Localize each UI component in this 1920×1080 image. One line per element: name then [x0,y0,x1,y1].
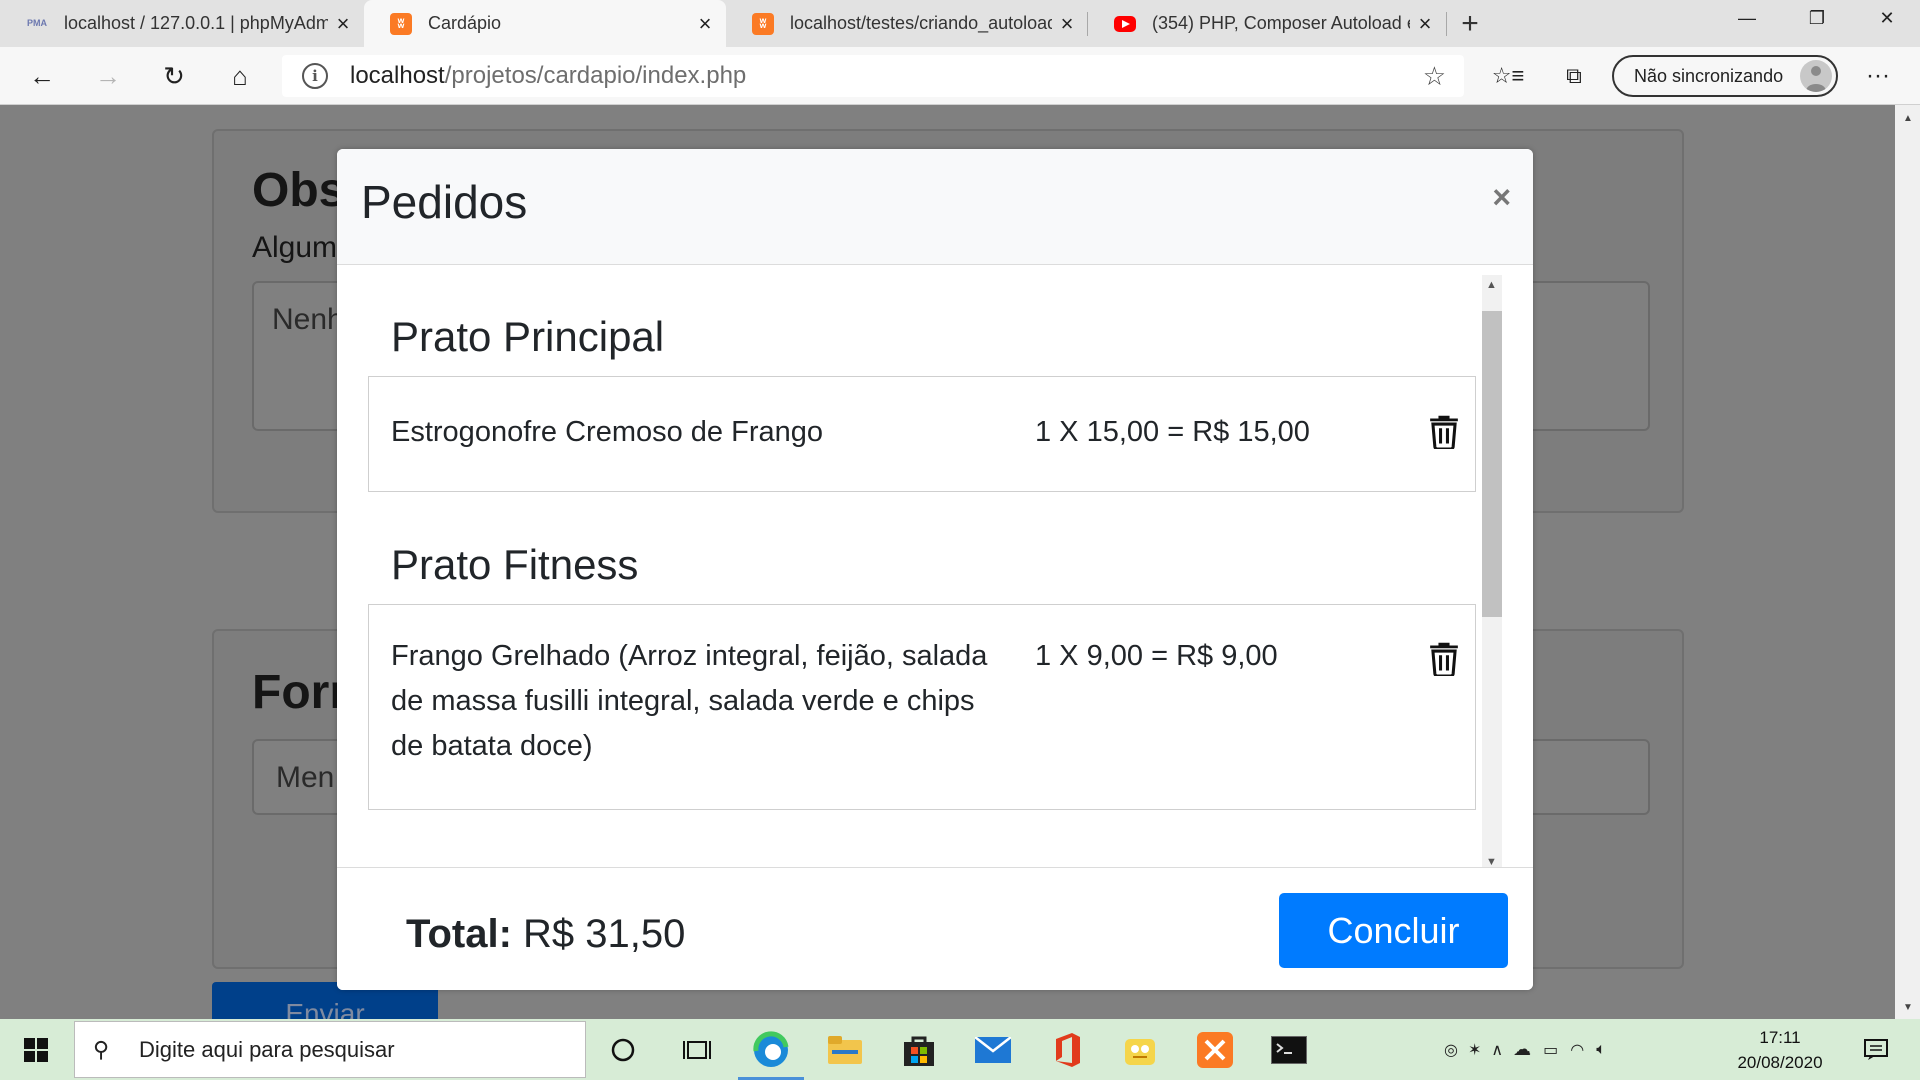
tray-app-icon[interactable]: ✶ [1468,1040,1481,1060]
tab-youtube[interactable]: (354) PHP, Composer Autoload e × [1088,0,1446,47]
url-text: localhost/projetos/cardapio/index.php [350,62,746,90]
phpmyadmin-icon: PMA [27,18,47,28]
item-name: Frango Grelhado (Arroz integral, feijão,… [391,640,988,762]
cortana-icon[interactable] [586,1019,660,1080]
order-item-card: Frango Grelhado (Arroz integral, feijão,… [368,604,1476,810]
close-icon[interactable]: × [328,11,358,37]
tab-cardapio[interactable]: ʬ Cardápio × [364,0,726,47]
chevron-up-icon[interactable]: ∧ [1491,1040,1503,1060]
modal-title: Pedidos [361,176,528,228]
collections-icon[interactable]: ⧉ [1554,57,1594,95]
url-path: /projetos/cardapio/index.php [444,62,747,89]
url-host: localhost [350,62,445,89]
tab-autoload[interactable]: ʬ localhost/testes/criando_autoload × [726,0,1088,47]
close-button[interactable]: × [1492,179,1511,216]
total-value: R$ 31,50 [523,912,686,956]
section-title-prato-principal: Prato Principal [391,313,665,360]
windows-taskbar: ⚲ Digite aqui para pesquisar ◎ ✶ ∧ ☁ ▭ ◠… [0,1019,1920,1080]
sync-profile-button[interactable]: Não sincronizando [1612,55,1838,97]
tab-title: localhost/testes/criando_autoload [790,13,1052,33]
item-name: Estrogonofre Cremoso de Frango [391,416,823,448]
file-explorer-icon[interactable] [808,1019,882,1080]
modal-body: Prato Principal Estrogonofre Cremoso de … [337,265,1501,867]
xampp-icon: ʬ [752,12,774,35]
onedrive-cloud-icon[interactable]: ☁ [1513,1039,1531,1060]
clock[interactable]: 17:11 20/08/2020 [1720,1025,1840,1075]
tab-title: localhost / 127.0.0.1 | phpMyAdmin [64,13,328,33]
refresh-button[interactable]: ↻ [154,57,194,95]
home-button[interactable]: ⌂ [220,57,260,95]
url-field[interactable]: i localhost/projetos/cardapio/index.php … [282,55,1464,97]
browser-tab-bar: PMA localhost / 127.0.0.1 | phpMyAdmin ×… [0,0,1920,47]
terminal-icon[interactable] [1252,1019,1326,1080]
volume-icon[interactable]: 🔈︎ [1596,1041,1606,1059]
forward-button[interactable]: → [88,57,128,95]
clock-date: 20/08/2020 [1737,1053,1823,1072]
tab-separator [1446,12,1447,36]
task-view-icon[interactable] [660,1019,734,1080]
order-item-card: Estrogonofre Cremoso de Frango 1 X 15,00… [368,376,1476,492]
trash-icon[interactable] [1427,413,1461,449]
modal-header: Pedidos × [337,149,1533,265]
favorites-list-icon[interactable]: ☆≡ [1488,57,1528,95]
confirm-button[interactable]: Concluir [1279,893,1508,968]
xampp-icon: ʬ [390,12,412,35]
edge-browser-icon[interactable] [734,1019,808,1080]
tab-title: (354) PHP, Composer Autoload e [1152,13,1410,33]
youtube-icon [1114,13,1136,35]
trash-icon[interactable] [1427,640,1461,676]
tab-title: Cardápio [428,13,502,33]
xampp-control-icon[interactable] [1104,1019,1178,1080]
close-window-button[interactable]: ✕ [1854,0,1920,36]
scroll-down-arrow[interactable]: ▼ [1903,1002,1913,1013]
wifi-icon[interactable]: ◠ [1570,1040,1584,1060]
system-tray: ◎ ✶ ∧ ☁ ▭ ◠ 🔈︎ [1444,1019,1618,1080]
textarea-placeholder: Nenh [272,303,344,336]
favorite-star-icon[interactable]: ☆ [1423,61,1446,92]
mail-icon[interactable] [956,1019,1030,1080]
info-icon[interactable]: i [302,63,328,89]
search-icon: ⚲ [93,1036,110,1062]
clock-time: 17:11 [1759,1028,1801,1047]
tab-phpmyadmin[interactable]: PMA localhost / 127.0.0.1 | phpMyAdmin × [0,0,364,47]
modal-footer: Total: R$ 31,50 Concluir [337,867,1533,990]
taskbar-search-box[interactable]: ⚲ Digite aqui para pesquisar [74,1021,586,1078]
windows-logo-icon [24,1037,48,1062]
total-label: Total: [406,912,512,956]
sync-label: Não sincronizando [1634,65,1784,86]
item-quantity-price: 1 X 9,00 = R$ 9,00 [1035,640,1278,672]
scroll-up-arrow[interactable]: ▲ [1486,279,1497,291]
select-value: Men [276,761,335,794]
observations-heading: Obs [252,164,346,217]
search-placeholder: Digite aqui para pesquisar [139,1036,395,1062]
close-icon[interactable]: × [690,11,720,37]
observations-subtitle: Algum [252,231,338,264]
scrollbar-thumb[interactable] [1482,311,1502,617]
office-icon[interactable] [1030,1019,1104,1080]
payment-heading: Forr [252,666,348,719]
modal-scrollbar[interactable]: ▲ ▼ [1482,275,1502,870]
xampp-icon[interactable] [1178,1019,1252,1080]
item-quantity-price: 1 X 15,00 = R$ 15,00 [1035,416,1310,448]
scroll-up-arrow[interactable]: ▲ [1903,113,1913,124]
notifications-icon[interactable] [1846,1019,1906,1080]
back-button[interactable]: ← [22,57,62,95]
battery-icon[interactable]: ▭ [1543,1040,1558,1060]
avatar [1800,60,1832,92]
new-tab-button[interactable]: + [1452,0,1488,47]
minimize-button[interactable]: ― [1714,0,1780,36]
tray-app-icon[interactable]: ◎ [1444,1040,1458,1060]
order-total: Total: R$ 31,50 [406,912,685,957]
close-icon[interactable]: × [1410,11,1440,37]
restore-button[interactable]: ❐ [1784,0,1850,36]
more-menu-icon[interactable]: ··· [1858,57,1898,95]
section-title-prato-fitness: Prato Fitness [391,541,639,588]
store-icon[interactable] [882,1019,956,1080]
address-bar-row: ← → ↻ ⌂ i localhost/projetos/cardapio/in… [0,47,1920,105]
windows-start-button[interactable] [0,1019,72,1080]
close-icon[interactable]: × [1052,11,1082,37]
page-scrollbar[interactable]: ▲ ▼ [1895,105,1920,1019]
orders-modal: Pedidos × Prato Principal Estrogonofre C… [337,149,1533,990]
